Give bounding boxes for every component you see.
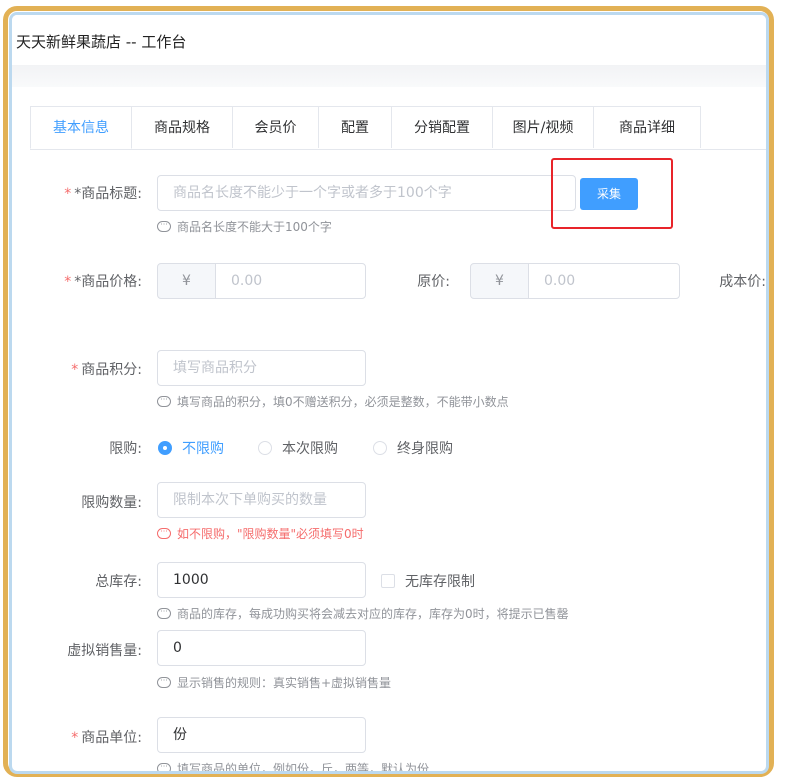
info-bubble-icon: ···	[157, 763, 171, 771]
tab-bar: 基本信息 商品规格 会员价 配置 分销配置 图片/视频 商品详细	[30, 106, 766, 150]
header-divider	[12, 65, 766, 87]
app-window: 天天新鲜果蔬店 -- 工作台 基本信息 商品规格 会员价 配置 分销配置 图片/…	[9, 12, 769, 774]
radio-dot	[373, 441, 387, 455]
checkbox-box	[381, 574, 395, 588]
virtual-sales-input[interactable]: 0	[157, 630, 366, 666]
info-bubble-icon: ···	[157, 221, 171, 232]
limit-qty-error-tip: ··· 如不限购，"限购数量"必须填写0时	[157, 525, 364, 542]
radio-dot	[158, 441, 172, 455]
virtual-sales-label: 虚拟销售量:	[67, 643, 142, 659]
original-price-input[interactable]: 0.00	[528, 263, 680, 299]
limit-qty-label: 限购数量:	[81, 495, 142, 511]
tab-member-price[interactable]: 会员价	[232, 106, 319, 148]
radio-this-time-limit[interactable]: 本次限购	[258, 438, 338, 458]
cost-price-label: 成本价:	[719, 274, 766, 290]
product-title-tip: ··· 商品名长度不能大于100个字	[157, 218, 332, 235]
points-tip: ··· 填写商品的积分，填0不赠送积分，必须是整数，不能带小数点	[157, 393, 509, 410]
tab-product-spec[interactable]: 商品规格	[131, 106, 233, 148]
tab-image-video[interactable]: 图片/视频	[492, 106, 594, 148]
tab-config[interactable]: 配置	[318, 106, 392, 148]
original-price-label: 原价:	[417, 274, 450, 290]
limit-qty-input[interactable]: 限制本次下单购买的数量	[157, 482, 366, 518]
unlimited-stock-checkbox[interactable]: 无库存限制	[381, 571, 475, 591]
points-input[interactable]: 填写商品积分	[157, 350, 366, 386]
unit-tip: ··· 填写商品的单位，例如份，斤，两等，默认为份	[157, 760, 429, 771]
unit-input[interactable]: 份	[157, 717, 366, 753]
unit-label: * 商品单位:	[71, 730, 142, 746]
limit-label: 限购:	[109, 441, 142, 457]
radio-lifetime-limit[interactable]: 终身限购	[373, 438, 453, 458]
collect-button[interactable]: 采集	[580, 178, 638, 210]
original-price-currency-prefix: ¥	[470, 263, 529, 299]
stock-input[interactable]: 1000	[157, 562, 366, 598]
info-bubble-icon: ···	[157, 528, 171, 539]
radio-dot	[258, 441, 272, 455]
points-label: * 商品积分:	[71, 362, 142, 378]
app-header: 天天新鲜果蔬店 -- 工作台	[12, 15, 766, 65]
stock-tip: ··· 商品的库存，每成功购买将会减去对应的库存，库存为0时，将提示已售罄	[157, 605, 569, 622]
price-currency-prefix: ¥	[157, 263, 216, 299]
product-title-input[interactable]: 商品名长度不能少于一个字或者多于100个字	[157, 175, 576, 211]
radio-no-limit[interactable]: 不限购	[158, 438, 224, 458]
info-bubble-icon: ···	[157, 608, 171, 619]
page-title: 天天新鲜果蔬店 -- 工作台	[16, 33, 187, 51]
price-label: * *商品价格:	[64, 274, 142, 290]
product-title-label: * *商品标题:	[64, 186, 142, 202]
tab-product-detail[interactable]: 商品详细	[593, 106, 701, 148]
info-bubble-icon: ···	[157, 677, 171, 688]
stock-label: 总库存:	[95, 574, 142, 590]
virtual-sales-tip: ··· 显示销售的规则：真实销售+虚拟销售量	[157, 674, 391, 691]
info-bubble-icon: ···	[157, 396, 171, 407]
tab-basic-info[interactable]: 基本信息	[30, 106, 132, 149]
tab-distribution-config[interactable]: 分销配置	[391, 106, 493, 148]
